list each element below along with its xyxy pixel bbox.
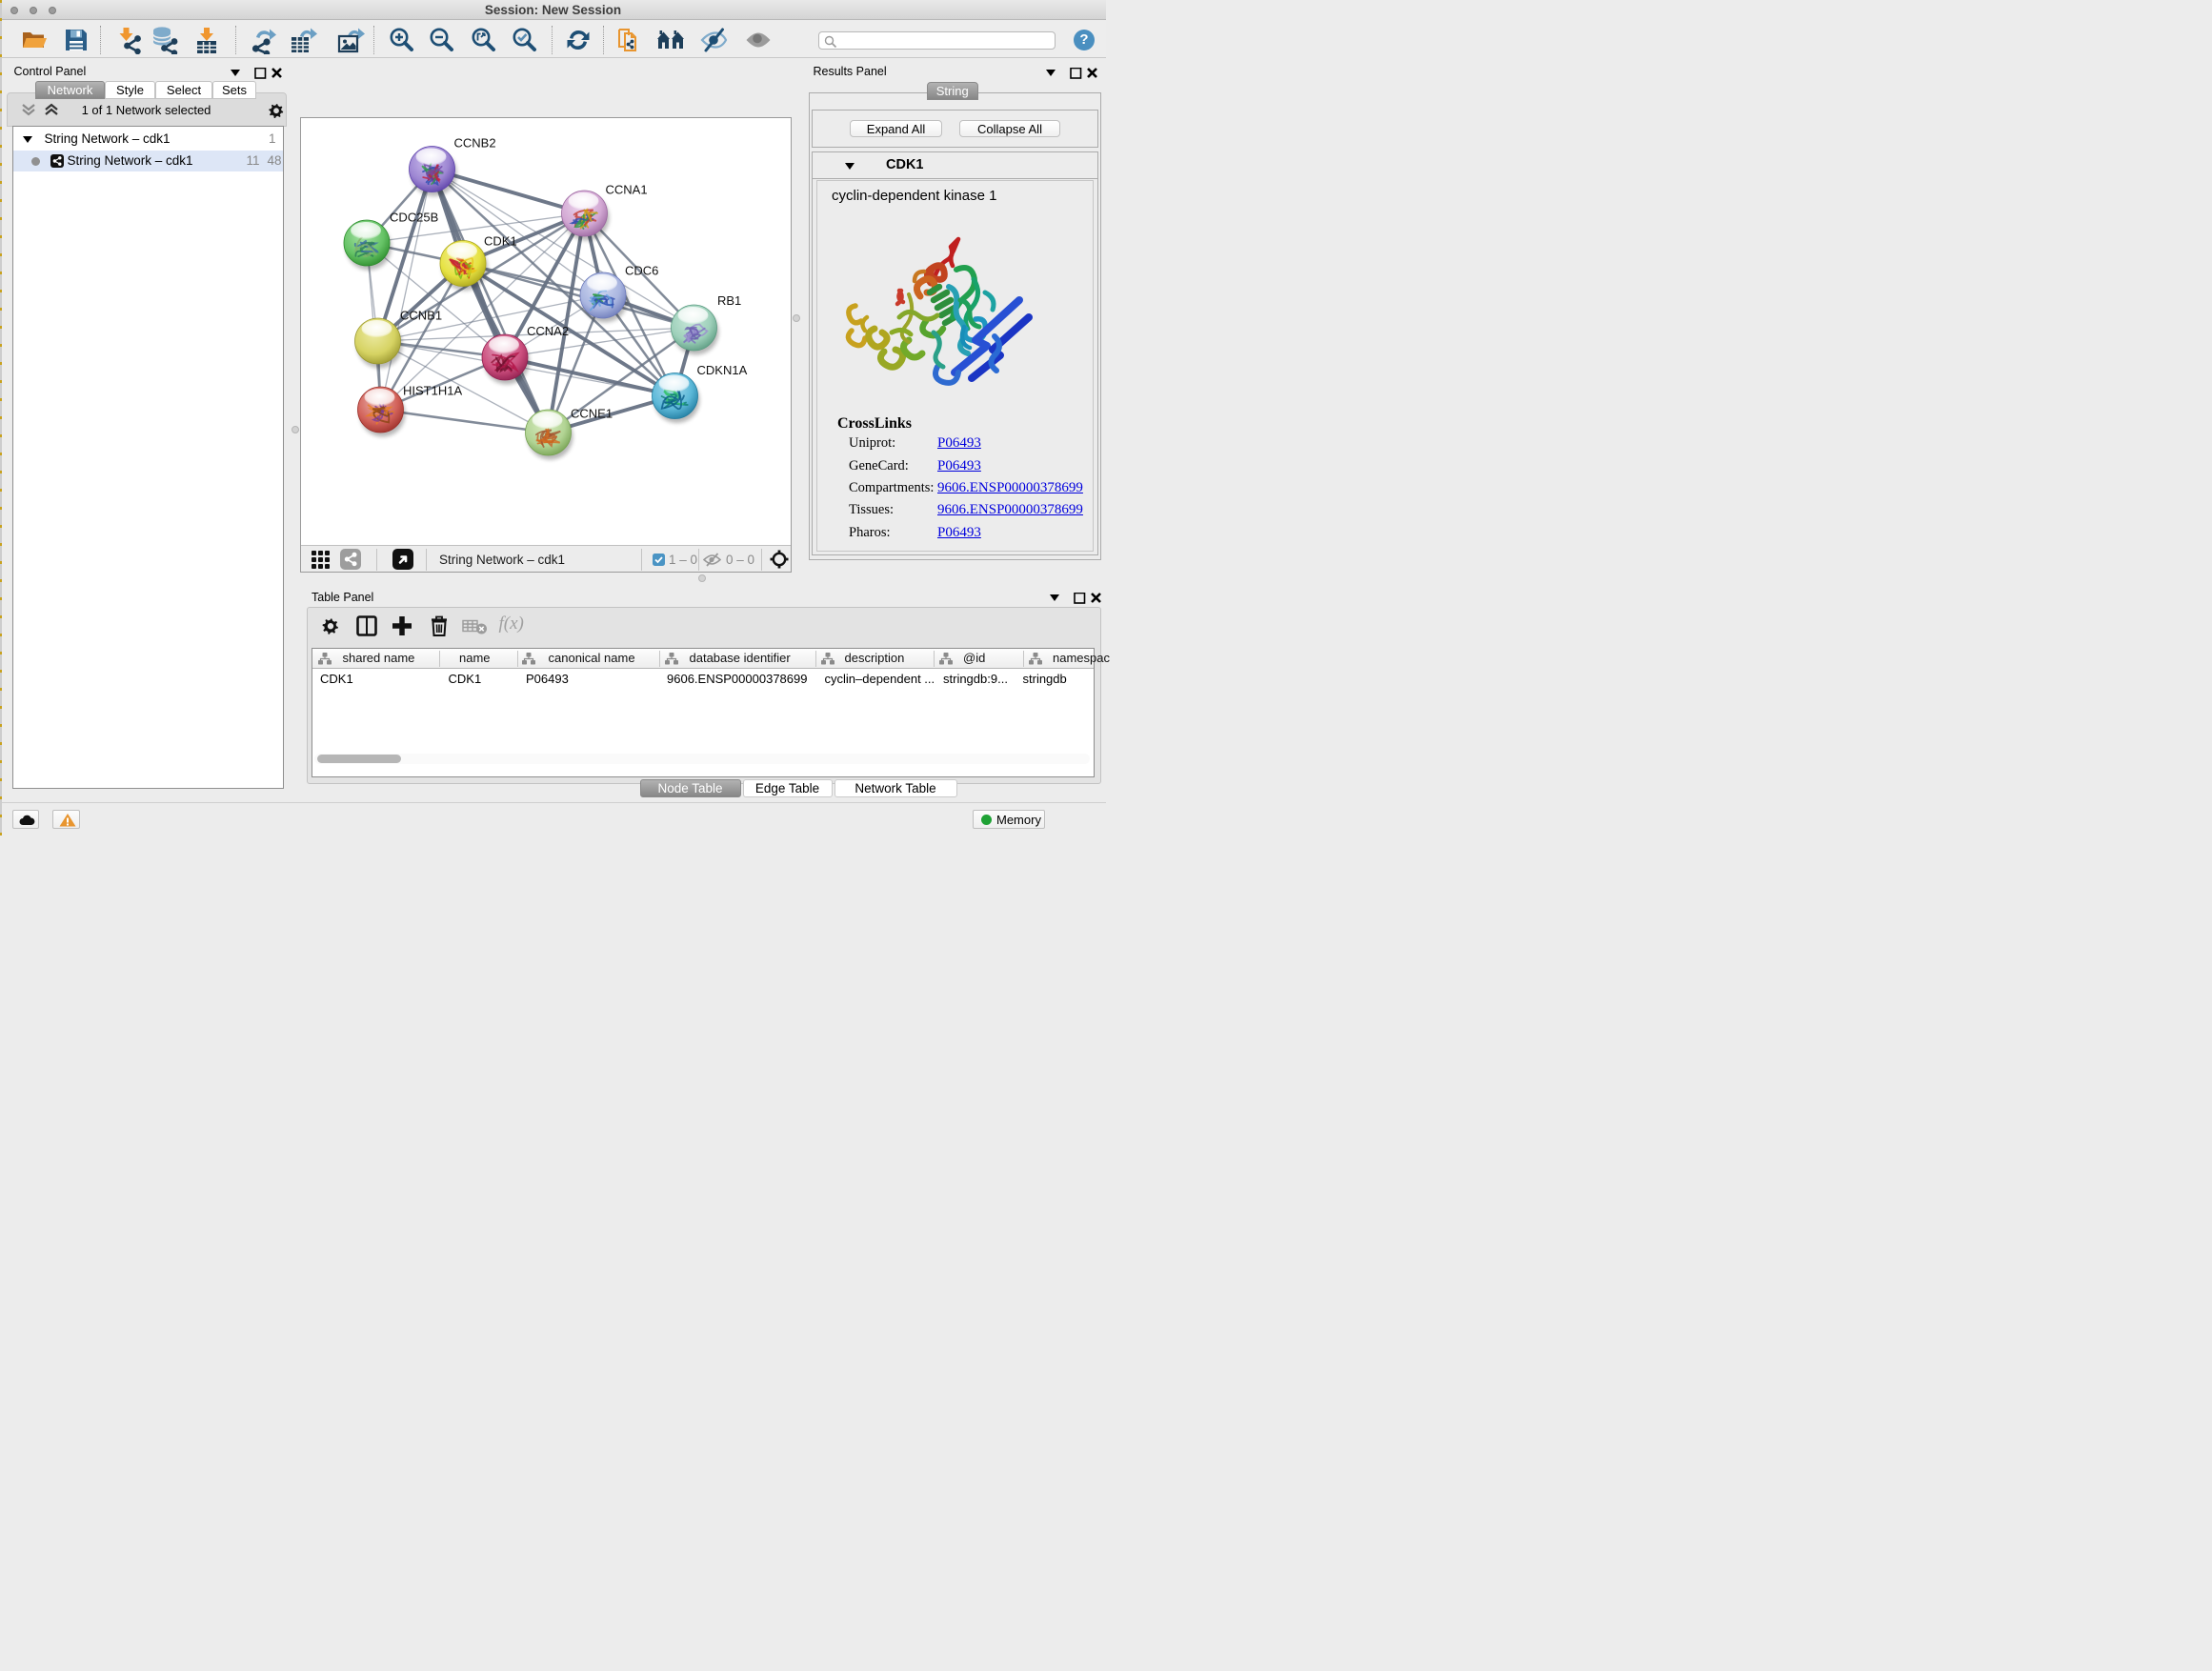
svg-text:RB1: RB1 (717, 293, 741, 308)
svg-text:CDC25B: CDC25B (390, 211, 438, 225)
svg-text:HIST1H1A: HIST1H1A (403, 384, 462, 398)
svg-text:CDK1: CDK1 (484, 234, 517, 249)
svg-text:CCNE1: CCNE1 (571, 407, 613, 421)
svg-text:CCNA2: CCNA2 (527, 324, 569, 338)
svg-text:CDC6: CDC6 (625, 264, 658, 278)
svg-text:CCNB1: CCNB1 (400, 309, 442, 323)
svg-text:CCNA1: CCNA1 (606, 183, 648, 197)
svg-text:CCNB2: CCNB2 (454, 136, 496, 151)
svg-text:CDKN1A: CDKN1A (697, 363, 748, 377)
